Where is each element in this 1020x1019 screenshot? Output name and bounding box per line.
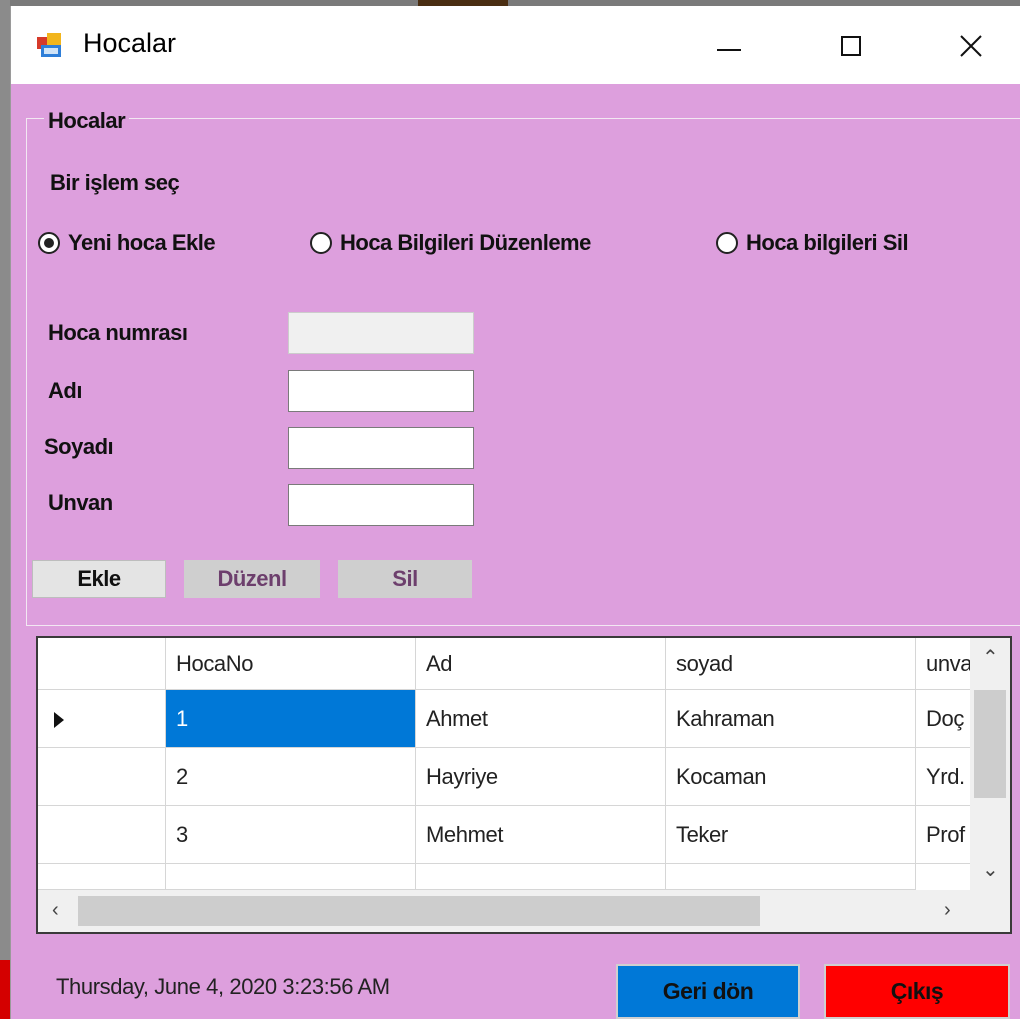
table-cell[interactable]: Doç — [916, 690, 976, 748]
table-cell[interactable]: Kocaman — [666, 748, 916, 806]
last-name-field[interactable] — [288, 427, 474, 469]
datetime-label: Thursday, June 4, 2020 3:23:56 AM — [56, 974, 390, 999]
radio-delete-teacher[interactable]: Hoca bilgileri Sil — [716, 228, 909, 258]
row-header[interactable] — [38, 864, 166, 890]
app-icon — [37, 33, 61, 57]
last-name-label: Soyadı — [44, 434, 114, 459]
table-cell[interactable]: 1 — [166, 690, 416, 748]
radio-add-teacher[interactable]: Yeni hoca Ekle — [38, 228, 216, 258]
first-name-label: Adı — [48, 378, 82, 403]
background-red-fragment — [0, 960, 10, 1019]
exit-button[interactable]: Çıkış — [824, 964, 1010, 1019]
radio-label: Hoca Bilgileri Düzenleme — [340, 230, 591, 255]
vertical-scrollbar[interactable]: ⌃ ⌄ — [970, 638, 1010, 890]
window-title: Hocalar — [83, 28, 177, 58]
first-name-field[interactable] — [288, 370, 474, 412]
grid-corner-header — [38, 638, 166, 690]
horizontal-scrollbar[interactable]: ‹ › — [38, 890, 970, 932]
scroll-down-icon[interactable]: ⌄ — [982, 860, 999, 880]
table-cell[interactable]: Ahmet — [416, 690, 666, 748]
column-header-hocano[interactable]: HocaNo — [166, 638, 416, 690]
scroll-left-icon[interactable]: ‹ — [52, 900, 59, 920]
operation-prompt: Bir işlem seç — [50, 170, 180, 195]
radio-edit-teacher[interactable]: Hoca Bilgileri Düzenleme — [310, 228, 591, 258]
back-button[interactable]: Geri dön — [616, 964, 800, 1019]
minimize-icon — [717, 49, 741, 51]
title-field[interactable] — [288, 484, 474, 526]
scroll-up-icon[interactable]: ⌃ — [982, 648, 999, 668]
groupbox-title: Hocalar — [44, 108, 130, 134]
table-cell[interactable]: 3 — [166, 806, 416, 864]
radio-label: Hoca bilgileri Sil — [746, 230, 909, 255]
table-cell[interactable]: Prof — [916, 806, 976, 864]
close-button[interactable] — [941, 18, 1001, 74]
table-cell[interactable]: Teker — [666, 806, 916, 864]
table-cell[interactable]: Kahraman — [666, 690, 916, 748]
maximize-icon — [841, 36, 861, 56]
row-header[interactable] — [38, 690, 166, 748]
edit-button[interactable]: Düzenl — [184, 560, 320, 598]
row-header[interactable] — [38, 806, 166, 864]
scroll-right-icon[interactable]: › — [944, 900, 951, 920]
table-cell[interactable] — [666, 864, 916, 890]
table-cell[interactable]: 2 — [166, 748, 416, 806]
table-cell[interactable] — [166, 864, 416, 890]
vertical-scroll-thumb[interactable] — [974, 690, 1006, 798]
add-button[interactable]: Ekle — [32, 560, 166, 598]
title-bar[interactable]: Hocalar — [11, 6, 1020, 84]
teacher-number-field[interactable] — [288, 312, 474, 354]
teachers-grid[interactable]: HocaNo Ad soyad unvan 1 Ahmet Kahraman D… — [36, 636, 1012, 934]
title-label: Unvan — [48, 490, 113, 515]
horizontal-scroll-thumb[interactable] — [78, 896, 760, 926]
column-header-ad[interactable]: Ad — [416, 638, 666, 690]
maximize-button[interactable] — [821, 18, 881, 74]
minimize-button[interactable] — [699, 18, 759, 74]
row-header[interactable] — [38, 748, 166, 806]
scrollbar-corner — [970, 890, 1010, 932]
column-header-soyad[interactable]: soyad — [666, 638, 916, 690]
table-cell[interactable] — [416, 864, 666, 890]
radio-unchecked-icon — [310, 232, 332, 254]
radio-unchecked-icon — [716, 232, 738, 254]
radio-label: Yeni hoca Ekle — [68, 230, 216, 255]
close-icon — [960, 35, 982, 57]
table-cell[interactable]: Yrd. — [916, 748, 976, 806]
table-cell[interactable]: Mehmet — [416, 806, 666, 864]
delete-button[interactable]: Sil — [338, 560, 472, 598]
teacher-number-label: Hoca numrası — [48, 320, 188, 345]
grid-body: HocaNo Ad soyad unvan 1 Ahmet Kahraman D… — [38, 638, 996, 890]
background-edge — [0, 0, 10, 1019]
current-row-icon — [54, 712, 64, 728]
table-cell[interactable]: Hayriye — [416, 748, 666, 806]
radio-checked-icon — [38, 232, 60, 254]
